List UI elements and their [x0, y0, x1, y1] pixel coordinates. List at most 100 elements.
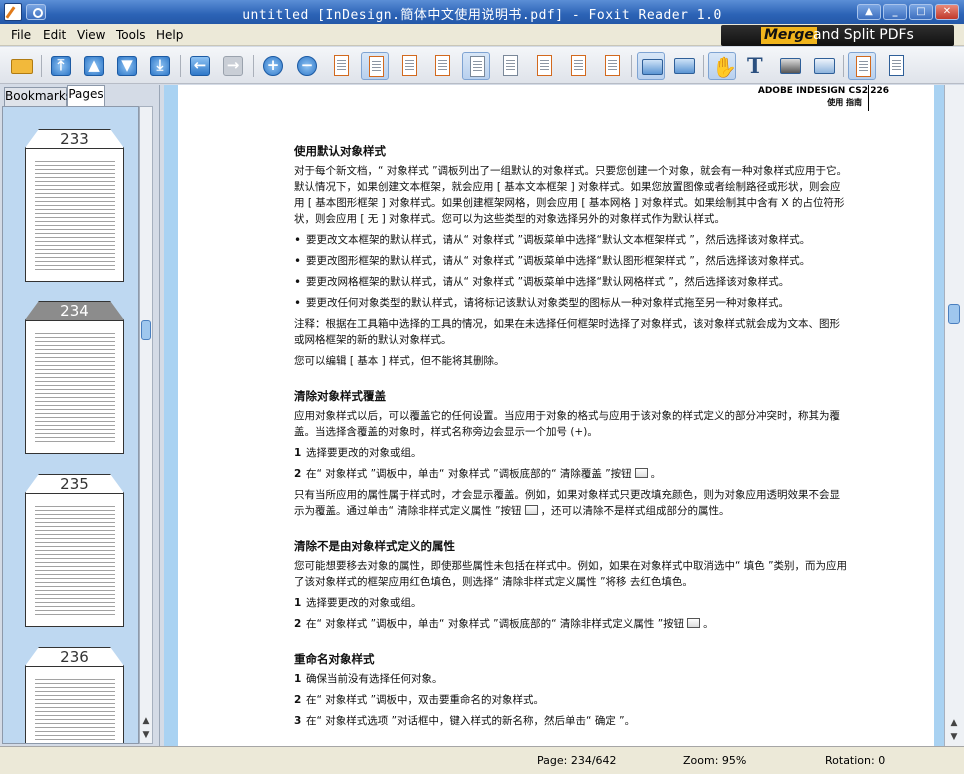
facing-button[interactable]: [530, 52, 558, 80]
minimize-button[interactable]: _: [883, 4, 907, 20]
window-title: untitled [InDesign.簡体中文使用说明书.pdf] - Foxi…: [242, 8, 722, 23]
page-number: 226: [870, 86, 889, 96]
full-screen-button[interactable]: [670, 52, 698, 80]
toolbar: ⤒ ▲ ▼ ⤓ ← → + − ✋ T: [0, 47, 964, 84]
toolbar-separator: [180, 55, 181, 77]
single-page-icon: [470, 56, 485, 77]
up-arrow-icon: ▲: [84, 56, 104, 76]
maximize-icon: □: [916, 6, 926, 17]
bullet-item: 要更改任何对象类型的默认样式，请将标记该默认对象类型的图标从一种对象样式拖至另一…: [294, 295, 850, 311]
down-arrow-icon: ▼: [117, 56, 137, 76]
step-item: 1 选择要更改的对象或组。: [294, 595, 850, 611]
step-number: 2: [294, 694, 302, 706]
scroll-up-arrow-icon[interactable]: ▲: [140, 715, 152, 727]
menu-view[interactable]: View: [77, 28, 105, 42]
fit-width-button[interactable]: [395, 52, 423, 80]
scroll-down-arrow-icon[interactable]: ▼: [140, 729, 152, 741]
header-divider: [868, 85, 869, 111]
bookmarks-panel-button[interactable]: [637, 52, 665, 80]
previous-page-button[interactable]: ▲: [80, 52, 108, 80]
zoom-indicator: Zoom: 95%: [683, 754, 747, 767]
tab-pages[interactable]: Pages: [67, 85, 105, 106]
section-heading: 清除不是由对象样式定义的属性: [294, 539, 455, 553]
step-number: 2: [294, 468, 302, 480]
zoom-in-icon: +: [263, 56, 283, 76]
document-scrollbar-thumb[interactable]: [948, 304, 960, 324]
fit-visible-button[interactable]: [428, 52, 456, 80]
continuous-facing-button[interactable]: [564, 52, 592, 80]
fit-page-icon: [369, 56, 384, 77]
document-view[interactable]: ADOBE INDESIGN CS2 使用 指南 226 使用默认对象样式 对于…: [164, 85, 944, 746]
rotate-button[interactable]: [598, 52, 626, 80]
step-text: 在“ 对象样式 ”调板中，单击“ 对象样式 ”调板底部的“ 清除非样式定义属性 …: [306, 618, 685, 630]
continuous-page-icon: [503, 55, 518, 76]
bullet-item: 要更改网格框架的默认样式，请从“ 对象样式 ”调板菜单中选择“默认网格样式 ”，…: [294, 274, 850, 290]
actual-size-button[interactable]: [327, 52, 355, 80]
step-item: 2 在“ 对象样式 ”调板中，单击“ 对象样式 ”调板底部的“ 清除覆盖 ”按钮。: [294, 468, 662, 480]
clear-non-style-attributes-icon: [687, 618, 701, 628]
hand-tool-button[interactable]: ✋: [708, 52, 737, 80]
toolbar-separator: [41, 55, 42, 77]
thumbnail-image: [25, 148, 124, 282]
step-item: 2 在“ 对象样式 ”调板中，单击“ 对象样式 ”调板底部的“ 清除非样式定义属性…: [294, 618, 714, 630]
document-scrollbar[interactable]: ▲ ▼: [944, 85, 964, 746]
fit-page-button[interactable]: [361, 52, 389, 80]
foxit-reader-window: untitled [InDesign.簡体中文使用说明书.pdf] - Foxi…: [0, 0, 964, 774]
step-number: 2: [294, 618, 302, 630]
back-arrow-icon: ←: [190, 56, 210, 76]
forward-button[interactable]: →: [219, 52, 247, 80]
clear-non-style-attributes-icon: [524, 505, 538, 515]
menu-file[interactable]: File: [11, 28, 31, 42]
page-header-brand: ADOBE INDESIGN CS2: [757, 86, 868, 96]
title-bar: untitled [InDesign.簡体中文使用说明书.pdf] - Foxi…: [0, 0, 964, 24]
single-page-button[interactable]: [462, 52, 490, 80]
step-item: 3 在“ 对象样式选项 ”对话框中，键入样式的新名称，然后单击“ 确定 ”。: [294, 713, 850, 729]
zoom-out-button[interactable]: −: [293, 52, 321, 80]
step-item: 2 在“ 对象样式 ”调板中，双击要重命名的对象样式。: [294, 692, 850, 708]
rotate-icon: [605, 55, 620, 76]
page-layout-icon: [856, 56, 871, 77]
page-thumbnails[interactable]: 233 234 235 236: [2, 106, 139, 744]
continuous-facing-icon: [571, 55, 586, 76]
open-button[interactable]: [8, 52, 36, 80]
properties-icon: [889, 55, 904, 76]
hand-icon: ✋: [712, 55, 737, 79]
close-button[interactable]: ✕: [935, 4, 959, 20]
minimize-icon: _: [892, 6, 898, 17]
section-heading: 清除对象样式覆盖: [294, 389, 386, 403]
menu-edit[interactable]: Edit: [43, 28, 66, 42]
bullet-item: 要更改文本框架的默认样式，请从“ 对象样式 ”调板菜单中选择“默认文本框架样式 …: [294, 232, 850, 248]
thumbnail-page-number: 236: [25, 647, 124, 666]
scroll-up-arrow-icon[interactable]: ▲: [948, 717, 960, 729]
properties-button[interactable]: [882, 52, 910, 80]
continuous-button[interactable]: [496, 52, 524, 80]
menu-tools[interactable]: Tools: [116, 28, 146, 42]
scroll-down-arrow-icon[interactable]: ▼: [948, 731, 960, 743]
select-text-button[interactable]: T: [742, 52, 770, 80]
zoom-in-button[interactable]: +: [259, 52, 287, 80]
thumbnail-scrollbar[interactable]: ▲ ▼: [139, 106, 153, 744]
thumbnail-image: [25, 666, 124, 743]
paragraph: 您可能想要移去对象的属性，即使那些属性未包括在样式中。例如，如果在对象样式中取消…: [294, 560, 848, 588]
panel-icon: [642, 59, 663, 75]
tab-bookmarks[interactable]: Bookmarks: [4, 87, 72, 106]
merge-split-banner[interactable]: Merge and Split PDFs: [721, 25, 954, 46]
paragraph: 应用对象样式以后，可以覆盖它的任何设置。当应用于对象的格式与应用于该对象的样式定…: [294, 410, 840, 438]
maximize-button[interactable]: □: [909, 4, 933, 20]
thumbnail-scrollbar-thumb[interactable]: [141, 320, 151, 340]
search-button[interactable]: [810, 52, 838, 80]
single-page-layout-button[interactable]: [848, 52, 876, 80]
last-page-button[interactable]: ⤓: [146, 52, 174, 80]
first-page-button[interactable]: ⤒: [47, 52, 75, 80]
clear-overrides-icon: [634, 468, 648, 478]
up-arrow-icon: ▲: [865, 6, 873, 17]
snapshot-button[interactable]: [776, 52, 804, 80]
last-page-icon: ⤓: [150, 56, 170, 76]
menu-help[interactable]: Help: [156, 28, 183, 42]
back-button[interactable]: ←: [186, 52, 214, 80]
roll-up-button[interactable]: ▲: [857, 4, 881, 20]
actual-size-icon: [334, 55, 349, 76]
step-number: 1: [294, 447, 302, 459]
next-page-button[interactable]: ▼: [113, 52, 141, 80]
